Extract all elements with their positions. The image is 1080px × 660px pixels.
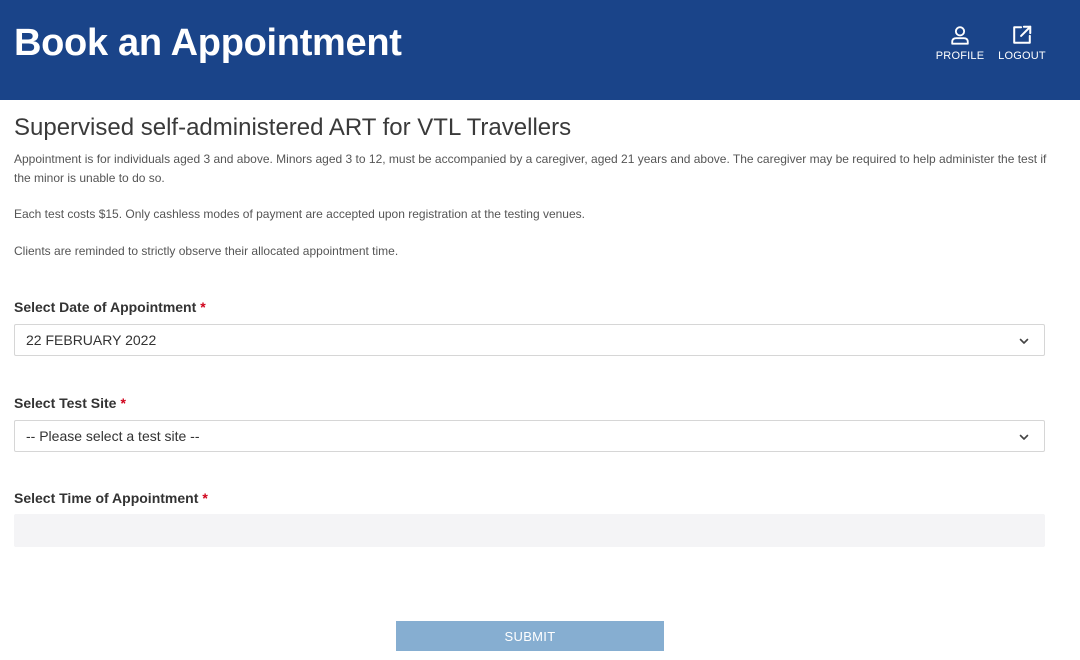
- logout-label: LOGOUT: [998, 50, 1046, 62]
- chevron-down-icon: [1019, 338, 1029, 344]
- submit-button[interactable]: SUBMIT: [396, 621, 664, 651]
- site-field-label: Select Test Site *: [14, 395, 126, 411]
- date-field-label: Select Date of Appointment *: [14, 299, 206, 315]
- time-slot-area: [14, 514, 1045, 547]
- site-label-text: Select Test Site: [14, 395, 117, 411]
- payment-text: Each test costs $15. Only cashless modes…: [14, 207, 585, 221]
- page-title: Book an Appointment: [14, 22, 402, 64]
- required-marker: *: [120, 395, 126, 411]
- reminder-text: Clients are reminded to strictly observe…: [14, 244, 399, 258]
- date-label-text: Select Date of Appointment: [14, 299, 197, 315]
- test-site-select[interactable]: -- Please select a test site --: [14, 420, 1045, 452]
- required-marker: *: [202, 490, 208, 506]
- time-field-label: Select Time of Appointment *: [14, 490, 208, 506]
- profile-label: PROFILE: [935, 50, 985, 62]
- required-marker: *: [200, 299, 206, 315]
- profile-button[interactable]: PROFILE: [930, 24, 990, 66]
- date-select[interactable]: 22 FEBRUARY 2022: [14, 324, 1045, 356]
- app-header: Book an Appointment PROFILE LOGOUT: [0, 0, 1080, 100]
- chevron-down-icon: [1019, 434, 1029, 440]
- eligibility-text: Appointment is for individuals aged 3 an…: [14, 152, 1047, 185]
- time-label-text: Select Time of Appointment: [14, 490, 199, 506]
- logout-button[interactable]: LOGOUT: [992, 24, 1052, 66]
- section-heading: Supervised self-administered ART for VTL…: [14, 114, 572, 141]
- user-icon: [951, 26, 969, 45]
- test-site-select-value: -- Please select a test site --: [26, 428, 200, 444]
- date-select-value: 22 FEBRUARY 2022: [26, 332, 157, 348]
- external-link-icon: [1013, 25, 1032, 44]
